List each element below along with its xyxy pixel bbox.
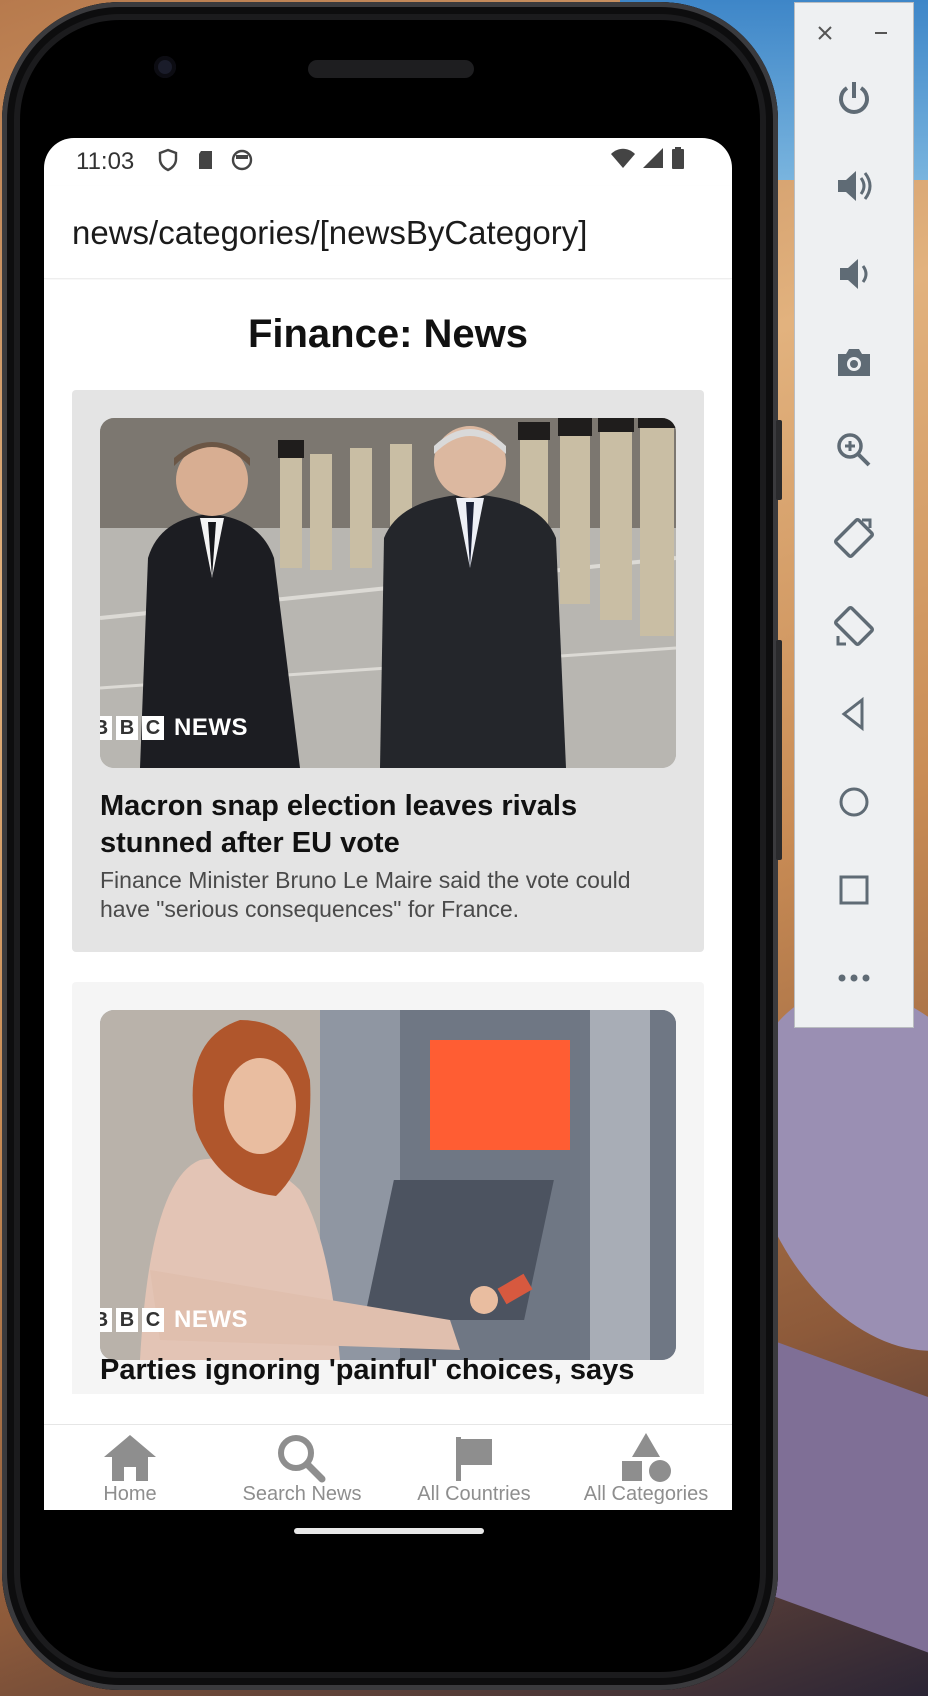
status-time: 11:03 xyxy=(76,148,135,175)
phone-volume-button xyxy=(776,640,782,860)
rotate-right-button[interactable] xyxy=(827,599,881,653)
article-image: BBC NEWS xyxy=(100,1010,676,1360)
zoom-icon xyxy=(837,433,871,467)
nav-item-all-categories[interactable]: All Categories xyxy=(560,1431,732,1506)
nav-item-all-countries[interactable]: All Countries xyxy=(388,1431,560,1506)
nav-label: All Countries xyxy=(417,1483,531,1505)
bottom-navigation: Home Search News All Countries All Categ… xyxy=(44,1424,732,1510)
overview-icon xyxy=(839,875,869,905)
bbc-news-logo: BBC NEWS xyxy=(100,1306,248,1334)
volume-up-icon xyxy=(838,171,872,201)
overview-button[interactable] xyxy=(827,863,881,917)
status-bar: 11:03 xyxy=(44,138,732,186)
power-button[interactable] xyxy=(827,71,881,125)
article-card[interactable]: BBC NEWS Parties ignoring 'painful' choi… xyxy=(72,982,704,1394)
minimize-icon[interactable] xyxy=(871,23,891,43)
nav-label: Search News xyxy=(242,1483,362,1505)
phone-side-button xyxy=(776,420,782,500)
article-title[interactable]: Parties ignoring 'painful' choices, says xyxy=(100,1352,676,1389)
signal-icon xyxy=(643,148,663,168)
rotate-left-button[interactable] xyxy=(827,511,881,565)
camera-icon xyxy=(838,349,870,376)
front-camera xyxy=(154,56,176,78)
earpiece-speaker xyxy=(308,60,474,78)
article-description: Finance Minister Bruno Le Maire said the… xyxy=(100,867,631,922)
more-button[interactable] xyxy=(827,951,881,1005)
volume-down-icon xyxy=(840,259,868,289)
home-button[interactable] xyxy=(827,775,881,829)
sd-card-icon xyxy=(199,151,212,169)
rotate-right-icon xyxy=(833,605,875,647)
device-screen: 11:03 news/categories/[newsByCategory] F… xyxy=(44,138,732,1510)
more-icon xyxy=(838,974,870,982)
shield-icon xyxy=(158,148,178,172)
nav-item-search-news[interactable]: Search News xyxy=(216,1431,388,1506)
battery-icon xyxy=(672,147,684,169)
emulator-controls-panel xyxy=(794,2,914,1028)
home-icon xyxy=(104,1435,156,1481)
volume-down-button[interactable] xyxy=(827,247,881,301)
app-bar: news/categories/[newsByCategory] xyxy=(44,186,732,279)
article-card[interactable]: BBC NEWS Macron snap election leaves riv… xyxy=(72,390,704,952)
zoom-button[interactable] xyxy=(827,423,881,477)
power-icon xyxy=(839,82,869,114)
news-list[interactable]: Finance: News B B C NEWS Macron snap ele… xyxy=(44,280,732,1394)
rotate-left-icon xyxy=(833,517,875,559)
screenshot-button[interactable] xyxy=(827,335,881,389)
nav-item-home[interactable]: Home xyxy=(44,1431,216,1506)
article-image: BBC NEWS xyxy=(100,418,676,768)
volume-up-button[interactable] xyxy=(827,159,881,213)
wifi-icon xyxy=(611,148,635,168)
shapes-icon xyxy=(622,1433,671,1482)
close-icon[interactable] xyxy=(815,23,835,43)
face-icon xyxy=(231,149,253,171)
back-icon xyxy=(841,696,864,732)
home-circle-icon xyxy=(839,787,869,817)
flag-icon xyxy=(456,1437,492,1481)
app-bar-title: news/categories/[newsByCategory] xyxy=(72,214,588,251)
nav-label: All Categories xyxy=(583,1483,709,1505)
nav-label: Home xyxy=(103,1483,157,1505)
gesture-home-indicator[interactable] xyxy=(294,1528,484,1534)
article-title[interactable]: Macron snap election leaves rivals stunn… xyxy=(100,788,676,862)
bbc-news-logo: BBC NEWS xyxy=(100,714,248,742)
page-title: Finance: News xyxy=(247,312,529,356)
back-button[interactable] xyxy=(827,687,881,741)
search-icon xyxy=(278,1435,326,1483)
